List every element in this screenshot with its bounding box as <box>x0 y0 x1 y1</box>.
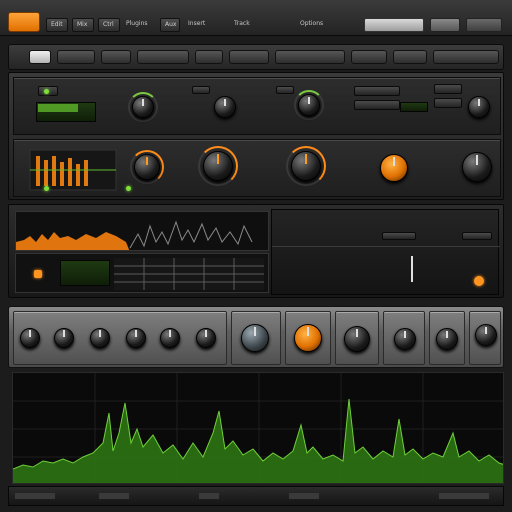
q-knob[interactable] <box>203 151 233 181</box>
mix-knob[interactable] <box>462 152 492 182</box>
preset-selector[interactable] <box>354 86 400 96</box>
range-switch[interactable] <box>382 232 416 240</box>
output-knob[interactable] <box>468 96 490 118</box>
status-footer <box>8 486 504 506</box>
transport-toolbar <box>8 44 504 70</box>
lcd-bar-graph <box>38 104 78 112</box>
orange-knob[interactable] <box>294 324 322 352</box>
input-gain-knob[interactable] <box>132 96 154 118</box>
meter-clip-led <box>34 270 42 278</box>
menu-options[interactable]: Options <box>300 18 350 30</box>
meter-panel <box>15 253 269 293</box>
app-logo-button[interactable] <box>8 12 40 32</box>
channel-strip-rack <box>8 72 504 200</box>
scale-switch[interactable] <box>462 232 492 240</box>
eq-bar-5 <box>68 158 72 186</box>
meter-grid <box>114 258 264 290</box>
menu-mix[interactable]: Mix <box>72 18 94 32</box>
right-analyzer-panel <box>271 209 500 295</box>
footer-segment-4 <box>289 493 319 499</box>
mode-switch-1[interactable] <box>192 86 210 94</box>
knob-bay-6 <box>429 311 465 365</box>
analyzer-graph <box>13 373 503 483</box>
tone-knob[interactable] <box>298 94 320 116</box>
control-rack <box>8 306 504 368</box>
control-knob-4[interactable] <box>126 328 146 348</box>
knob-bay-1 <box>13 311 227 365</box>
toolbar-button-3[interactable] <box>101 50 131 64</box>
eq-bars <box>29 149 117 191</box>
menu-edit[interactable]: Edit <box>46 18 68 32</box>
toolbar-button-7[interactable] <box>275 50 345 64</box>
level-indicator <box>411 256 413 282</box>
bypass-switch[interactable] <box>434 84 462 94</box>
spectrum-analyzer <box>12 372 504 484</box>
control-knob-8[interactable] <box>394 328 416 350</box>
footer-segment-5 <box>439 493 489 499</box>
toolbar-button-4[interactable] <box>137 50 189 64</box>
menu-aux[interactable]: Aux <box>160 18 180 32</box>
control-knob-6[interactable] <box>196 328 216 348</box>
toolbar-button-2[interactable] <box>57 50 95 64</box>
knob-bay-7 <box>469 311 501 365</box>
rack-row-top <box>13 77 501 135</box>
mode-switch-2[interactable] <box>276 86 294 94</box>
meter-readout <box>60 260 110 286</box>
search-field[interactable] <box>364 18 424 32</box>
spectrum-trace <box>129 220 253 249</box>
spectrum-graph <box>16 220 253 250</box>
control-knob-1[interactable] <box>20 328 40 348</box>
blue-knob[interactable] <box>241 324 269 352</box>
knob-bay-5 <box>383 311 425 365</box>
menu-plugins[interactable]: Plugins <box>126 18 156 30</box>
control-knob-10[interactable] <box>475 324 497 346</box>
footer-segment-3 <box>199 493 219 499</box>
power-led <box>44 89 49 94</box>
menu-track[interactable]: Track <box>234 18 274 30</box>
control-knob-2[interactable] <box>54 328 74 348</box>
toolbar-button-9[interactable] <box>393 50 427 64</box>
eq-bar-2 <box>44 160 48 186</box>
toolbar-button-5[interactable] <box>195 50 223 64</box>
control-knob-9[interactable] <box>436 328 458 350</box>
menu-insert[interactable]: Insert <box>188 18 228 30</box>
control-knob-3[interactable] <box>90 328 110 348</box>
drive-knob[interactable] <box>214 96 236 118</box>
knob-bay-3 <box>285 311 331 365</box>
spectrum-display <box>15 211 269 251</box>
toolbar-button-6[interactable] <box>229 50 269 64</box>
eq-bar-6 <box>76 164 80 186</box>
orange-macro-knob[interactable] <box>380 154 408 182</box>
divider <box>272 246 500 247</box>
toolbar-button-1[interactable] <box>29 50 51 64</box>
preset-selector-2[interactable] <box>354 100 400 110</box>
title-bar: Edit Mix Ctrl Plugins Aux Insert Track O… <box>0 0 512 36</box>
menu-ctrl[interactable]: Ctrl <box>98 18 120 32</box>
value-readout <box>400 102 428 112</box>
eq-bar-7 <box>84 160 88 186</box>
status-led-2 <box>126 186 131 191</box>
footer-segment-2 <box>99 493 129 499</box>
eq-bar-1 <box>36 156 40 186</box>
peak-led <box>474 276 484 286</box>
toolbar-button-8[interactable] <box>351 50 387 64</box>
control-knob-7[interactable] <box>344 326 370 352</box>
knob-bay-4 <box>335 311 379 365</box>
status-led-1 <box>44 186 49 191</box>
control-knob-5[interactable] <box>160 328 180 348</box>
link-switch[interactable] <box>434 98 462 108</box>
spectrum-orange-fill <box>16 232 130 250</box>
eq-bar-4 <box>60 162 64 186</box>
analyzer-rack <box>8 204 504 298</box>
eq-bar-3 <box>52 156 56 186</box>
gain-knob[interactable] <box>291 151 321 181</box>
mode-selector[interactable] <box>430 18 460 32</box>
knob-bay-2 <box>231 311 281 365</box>
rack-row-bottom <box>13 139 501 197</box>
toolbar-button-10[interactable] <box>433 50 499 64</box>
window-controls[interactable] <box>466 18 502 32</box>
freq-knob[interactable] <box>134 154 160 180</box>
footer-segment-1 <box>15 493 55 499</box>
